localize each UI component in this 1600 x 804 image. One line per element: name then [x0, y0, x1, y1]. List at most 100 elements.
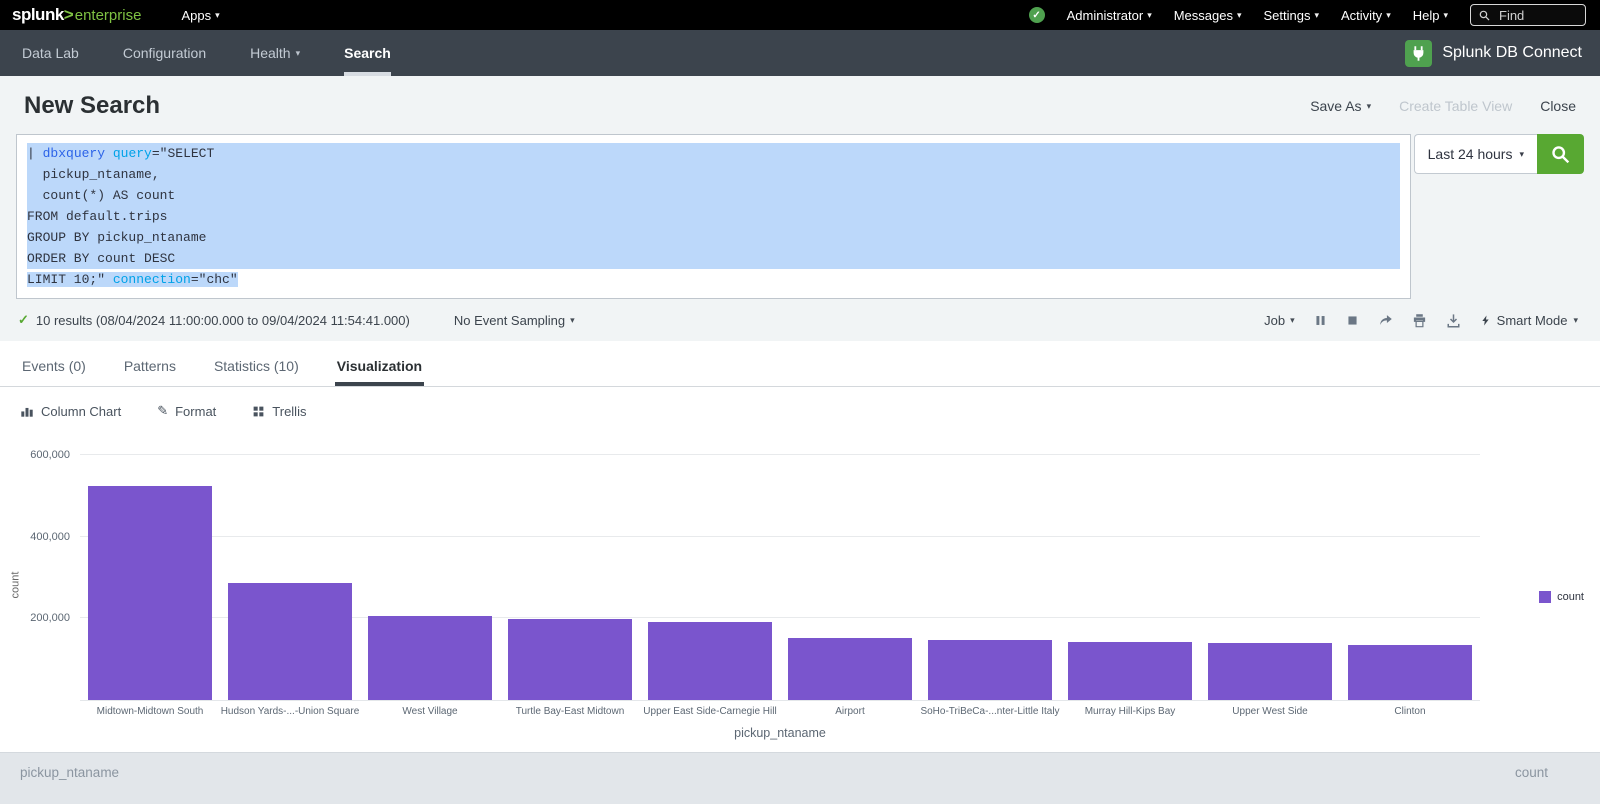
chevron-down-icon: ▾ [570, 315, 575, 326]
success-check-icon: ✓ [18, 312, 29, 328]
query-line: pickup_ntaname, [27, 164, 1400, 185]
app-identity[interactable]: Splunk DB Connect [1405, 30, 1582, 76]
help-menu[interactable]: Help ▾ [1413, 8, 1448, 23]
pause-button[interactable] [1314, 314, 1327, 327]
close-button[interactable]: Close [1540, 98, 1576, 114]
stop-button[interactable] [1346, 314, 1359, 327]
chart-type-picker[interactable]: Column Chart [20, 403, 121, 419]
logo-brand: splunk [12, 5, 64, 25]
column-header-count[interactable]: count [1515, 765, 1548, 780]
chart-bar[interactable] [1068, 642, 1191, 700]
search-submit-button[interactable] [1537, 134, 1584, 174]
x-axis-label: Upper East Side-Carnegie Hill [640, 706, 780, 717]
chart-legend[interactable]: count [1539, 591, 1584, 603]
tab-statistics[interactable]: Statistics (10) [212, 347, 301, 386]
db-connect-icon [1405, 40, 1432, 67]
x-axis-label: Airport [780, 706, 920, 717]
chart-type-label: Column Chart [41, 404, 121, 419]
nav-search[interactable]: Search [322, 30, 413, 76]
query-line: LIMIT 10;" connection="chc" [27, 269, 1400, 290]
find-search-box[interactable] [1470, 4, 1586, 26]
x-axis-title: pickup_ntaname [80, 726, 1480, 740]
search-bar: | dbxquery query="SELECT pickup_ntaname,… [0, 132, 1600, 299]
chevron-down-icon: ▾ [1367, 101, 1372, 112]
y-tick-label: 200,000 [30, 612, 70, 624]
chart-bar[interactable] [648, 622, 771, 700]
logo-product: enterprise [75, 7, 142, 24]
nav-configuration[interactable]: Configuration [101, 30, 228, 76]
activity-menu[interactable]: Activity ▾ [1341, 8, 1391, 23]
settings-menu-label: Settings [1264, 8, 1311, 23]
x-axis-label: Midtown-Midtown South [80, 706, 220, 717]
chart-bar[interactable] [228, 583, 351, 701]
x-axis-label: SoHo-TriBeCa-...nter-Little Italy [920, 706, 1060, 717]
smart-mode-icon [1480, 314, 1491, 327]
nav-data-lab[interactable]: Data Lab [0, 30, 101, 76]
search-section: New Search Save As ▾ Create Table View C… [0, 76, 1600, 341]
tab-events[interactable]: Events (0) [20, 347, 88, 386]
query-line: | dbxquery query="SELECT [27, 143, 1400, 164]
x-axis-label: Hudson Yards-...-Union Square [220, 706, 360, 717]
column-header-pickup-ntaname[interactable]: pickup_ntaname [20, 765, 119, 780]
x-axis-label: Upper West Side [1200, 706, 1340, 717]
format-label: Format [175, 404, 216, 419]
column-chart-icon [20, 404, 34, 418]
legend-swatch-icon [1539, 591, 1551, 603]
job-menu[interactable]: Job ▾ [1264, 313, 1295, 328]
query-line: FROM default.trips [27, 206, 1400, 227]
legend-label: count [1557, 591, 1584, 603]
tab-visualization[interactable]: Visualization [335, 347, 424, 386]
chart-bar[interactable] [788, 638, 911, 700]
nav-health[interactable]: Health ▾ [228, 30, 322, 76]
chevron-down-icon: ▾ [1290, 315, 1295, 326]
chart-bar[interactable] [368, 616, 491, 700]
messages-menu-label: Messages [1174, 8, 1233, 23]
export-button[interactable] [1446, 313, 1461, 328]
help-menu-label: Help [1413, 8, 1440, 23]
results-tabs: Events (0) Patterns Statistics (10) Visu… [0, 341, 1600, 387]
column-chart: count 200,000400,000600,000 Midtown-Midt… [0, 429, 1600, 740]
chevron-down-icon: ▾ [1386, 10, 1391, 21]
search-query-editor[interactable]: | dbxquery query="SELECT pickup_ntaname,… [16, 134, 1411, 299]
search-icon [1551, 145, 1570, 164]
apps-menu-label: Apps [181, 8, 211, 23]
tab-patterns[interactable]: Patterns [122, 347, 178, 386]
settings-menu[interactable]: Settings ▾ [1264, 8, 1320, 23]
y-axis-title: count [9, 572, 21, 599]
apps-menu[interactable]: Apps ▾ [181, 8, 219, 23]
save-as-menu[interactable]: Save As ▾ [1310, 98, 1371, 114]
chart-bar[interactable] [88, 486, 211, 700]
chevron-down-icon: ▾ [1314, 10, 1319, 21]
share-button[interactable] [1378, 313, 1393, 328]
results-bar: ✓ 10 results (08/04/2024 11:00:00.000 to… [0, 299, 1600, 341]
chart-bar[interactable] [1348, 645, 1471, 700]
find-input[interactable] [1497, 7, 1577, 24]
statistics-table-header: pickup_ntaname count [0, 752, 1600, 804]
app-navbar: Data Lab Configuration Health ▾ Search S… [0, 30, 1600, 76]
splunk-logo[interactable]: splunk > enterprise [12, 5, 141, 25]
pencil-icon: ✎ [157, 403, 168, 419]
format-menu[interactable]: ✎ Format [157, 403, 216, 419]
trellis-label: Trellis [272, 404, 306, 419]
trellis-menu[interactable]: Trellis [252, 403, 306, 419]
time-range-picker[interactable]: Last 24 hours ▾ [1414, 134, 1537, 174]
messages-menu[interactable]: Messages ▾ [1174, 8, 1242, 23]
chart-bar[interactable] [508, 619, 631, 700]
y-tick-label: 400,000 [30, 531, 70, 543]
query-line: ORDER BY count DESC [27, 248, 1400, 269]
search-mode-dropdown[interactable]: Smart Mode ▾ [1480, 313, 1578, 328]
nav-data-lab-label: Data Lab [22, 45, 79, 61]
x-axis-label: West Village [360, 706, 500, 717]
chart-bar[interactable] [928, 640, 1051, 700]
nav-configuration-label: Configuration [123, 45, 206, 61]
create-table-view-button[interactable]: Create Table View [1399, 98, 1512, 114]
health-status-icon[interactable]: ✓ [1029, 7, 1045, 23]
chevron-down-icon: ▾ [1237, 10, 1242, 21]
viz-toolbar: Column Chart ✎ Format Trellis [0, 387, 1600, 429]
event-sampling-dropdown[interactable]: No Event Sampling ▾ [454, 313, 575, 328]
event-sampling-label: No Event Sampling [454, 313, 565, 328]
user-menu[interactable]: Administrator ▾ [1067, 8, 1152, 23]
page-header: New Search Save As ▾ Create Table View C… [0, 76, 1600, 132]
chart-bar[interactable] [1208, 643, 1331, 700]
print-button[interactable] [1412, 313, 1427, 328]
